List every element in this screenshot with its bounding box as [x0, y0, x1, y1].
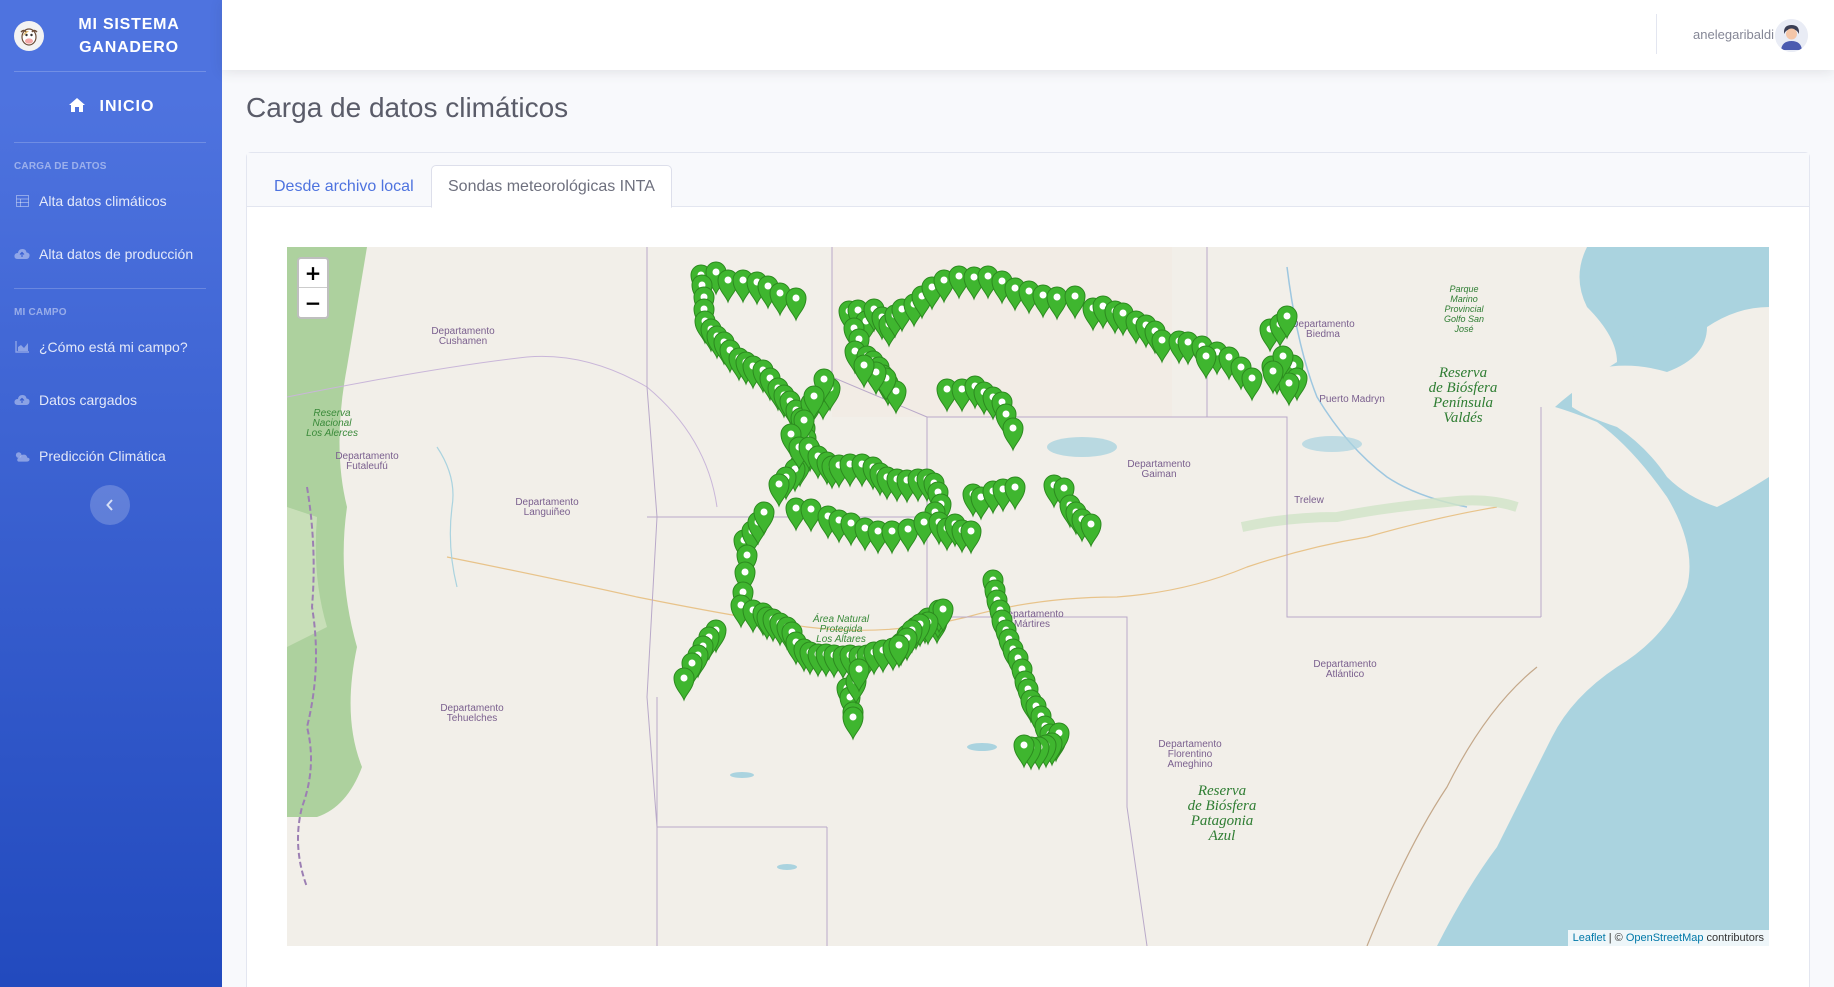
map-label: Trelew [1294, 495, 1324, 506]
attribution-tail: contributors [1703, 932, 1764, 944]
user-name[interactable]: anelegaribaldi [1693, 27, 1774, 42]
map-attribution: Leaflet | © OpenStreetMap contributors [1567, 930, 1769, 946]
attribution-separator: | © [1605, 932, 1626, 944]
avatar[interactable] [1775, 19, 1808, 52]
home-icon [68, 97, 86, 118]
chart-area-icon [14, 341, 30, 353]
climate-card: Desde archivo local Sondas meteorológica… [246, 152, 1810, 987]
brand[interactable]: MI SISTEMA GANADERO [0, 0, 222, 71]
sidebar-item-datos-cargados[interactable]: Datos cargados [0, 372, 222, 428]
sidebar-heading: CARGA DE DATOS [14, 161, 107, 172]
map-area-label: Reserva Nacional Los Alerces [306, 408, 358, 439]
brand-title: MI SISTEMA GANADERO [78, 15, 180, 56]
zoom-out-button[interactable]: − [299, 288, 327, 317]
cow-logo-icon [14, 20, 44, 51]
sidebar-item-alta-climaticos[interactable]: Alta datos climáticos [0, 176, 222, 226]
table-icon [14, 195, 30, 207]
map-label: Departamento Tehuelches [440, 703, 504, 724]
map[interactable]: Departamento Cushamen Departamento Futaleuf… [287, 247, 1769, 946]
osm-link[interactable]: OpenStreetMap [1626, 932, 1704, 944]
cloud-upload-icon [14, 394, 30, 406]
tab-desde-archivo-local[interactable]: Desde archivo local [257, 165, 431, 208]
sidebar-item-inicio[interactable]: INICIO [0, 72, 222, 142]
sidebar-item-label: Alta datos climáticos [39, 193, 167, 209]
sidebar: MI SISTEMA GANADERO INICIO CARGA DE DATO… [0, 0, 222, 987]
sidebar-item-prediccion-climatica[interactable]: Predicción Climática [0, 428, 222, 484]
sidebar-item-label: ¿Cómo está mi campo? [39, 339, 188, 355]
cloud-sun-icon [14, 450, 30, 463]
cloud-upload-icon [14, 248, 30, 260]
sidebar-item-label: INICIO [99, 98, 155, 115]
chevron-left-icon [106, 495, 114, 516]
zoom-in-button[interactable]: + [299, 259, 327, 288]
map-area-label: Área Natural Protegida Los Altares [812, 612, 870, 645]
tabs-bar: Desde archivo local Sondas meteorológica… [247, 153, 1809, 208]
map-canvas[interactable]: Departamento CushamenDepartamento Futaleuf… [287, 247, 1769, 946]
sidebar-heading: MI CAMPO [14, 307, 67, 318]
topbar: anelegaribaldi [222, 0, 1834, 70]
sidebar-item-label: Alta datos de producción [39, 246, 194, 262]
topbar-divider [1656, 14, 1657, 54]
sidebar-item-label: Datos cargados [39, 392, 138, 408]
map-label: Departamento Cushamen [431, 326, 495, 347]
tab-sondas-inta[interactable]: Sondas meteorológicas INTA [431, 165, 672, 208]
map-label: Puerto Madryn [1319, 394, 1385, 405]
sidebar-item-label: Predicción Climática [39, 448, 166, 464]
map-label: Departamento Languiñeo [515, 497, 579, 518]
sidebar-toggle-button[interactable] [90, 485, 130, 525]
leaflet-link[interactable]: Leaflet [1573, 932, 1606, 944]
sidebar-item-como-esta-mi-campo[interactable]: ¿Cómo está mi campo? [0, 322, 222, 372]
zoom-control: + − [297, 257, 329, 319]
sidebar-item-alta-produccion[interactable]: Alta datos de producción [0, 226, 222, 282]
page-title: Carga de datos climáticos [246, 92, 569, 123]
